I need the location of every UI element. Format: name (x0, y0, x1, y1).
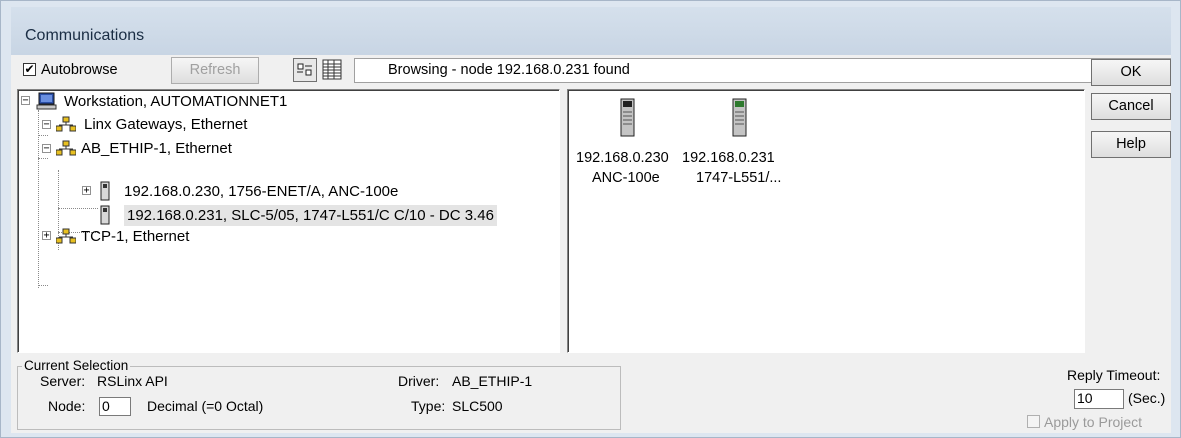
title-bar: Communications (11, 7, 1171, 55)
device-name-231: 1747-L551/... (696, 170, 782, 186)
device-view-panel[interactable]: 192.168.0.230 ANC-100e 192.168.0.231 174… (567, 89, 1085, 353)
autobrowse-label: Autobrowse (41, 62, 118, 78)
tree-item-linx-gateways[interactable]: Linx Gateways, Ethernet (56, 113, 247, 135)
current-selection-group: Current Selection Server: RSLinx API Nod… (17, 358, 621, 430)
node-format-text: Decimal (=0 Octal) (147, 398, 264, 414)
reply-timeout-input[interactable]: 10 (1074, 389, 1124, 409)
device-ip-231: 192.168.0.231 (682, 150, 775, 166)
device-name-230: ANC-100e (592, 170, 660, 186)
tree-label-ab-ethip-1: AB_ETHIP-1, Ethernet (81, 139, 232, 157)
list-view-icon (322, 59, 342, 80)
node-label: Node: (48, 398, 86, 414)
reply-timeout-unit: (Sec.) (1128, 390, 1166, 406)
workstation-collapse-toggle[interactable]: − (21, 96, 30, 106)
tree-item-node-231[interactable]: 192.168.0.231, SLC-5/05, 1747-L551/C C/1… (98, 204, 497, 226)
server-label: Server: (40, 373, 86, 389)
ethernet-network-icon (56, 116, 76, 132)
tree-connector (38, 285, 48, 286)
node230-expand-toggle[interactable]: + (82, 186, 91, 196)
tree-label-node-231: 192.168.0.231, SLC-5/05, 1747-L551/C C/1… (124, 204, 497, 226)
tree-item-node-230[interactable]: 192.168.0.230, 1756-ENET/A, ANC-100e (98, 180, 398, 202)
apply-to-project-checkbox[interactable] (1027, 415, 1040, 428)
tree-connector (38, 110, 39, 288)
large-icons-view-button[interactable] (293, 58, 317, 82)
type-value: SLC500 (452, 398, 503, 414)
tcp-expand-toggle[interactable]: + (42, 231, 51, 241)
tree-label-tcp-1: TCP-1, Ethernet (81, 227, 190, 245)
list-view-button[interactable] (320, 58, 344, 82)
server-value: RSLinx API (97, 373, 168, 389)
tree-item-tcp-1[interactable]: TCP-1, Ethernet (56, 225, 189, 247)
network-tree-panel[interactable]: − Workstation, AUTOMATIONNET1 − Linx Gat… (17, 89, 560, 353)
type-label: Type: (411, 398, 446, 414)
computer-icon (36, 92, 57, 110)
tree-label-linx-gateways: Linx Gateways, Ethernet (84, 115, 248, 133)
ok-button[interactable]: OK (1091, 59, 1171, 86)
large-icons-icon (297, 63, 312, 76)
device-module-icon (732, 98, 747, 137)
tree-connector (38, 135, 48, 136)
device-module-icon (100, 181, 110, 201)
cancel-button[interactable]: Cancel (1091, 93, 1171, 120)
device-item-230[interactable]: 192.168.0.230 ANC-100e (572, 98, 682, 186)
tree-item-workstation[interactable]: Workstation, AUTOMATIONNET1 (36, 90, 287, 112)
linx-collapse-toggle[interactable]: − (42, 120, 51, 130)
tree-item-ab-ethip-1[interactable]: AB_ETHIP-1, Ethernet (56, 137, 232, 159)
device-module-icon (620, 98, 635, 137)
abethip-collapse-toggle[interactable]: − (42, 144, 51, 154)
tree-connector (58, 208, 98, 209)
tree-label-workstation: Workstation, AUTOMATIONNET1 (64, 92, 288, 110)
ethernet-network-icon (56, 140, 76, 156)
communications-window: Communications ✔ Autobrowse Refresh Brow… (0, 0, 1181, 438)
refresh-button[interactable]: Refresh (171, 57, 259, 84)
browse-status-text: Browsing - node 192.168.0.231 found (388, 62, 630, 78)
node-input[interactable]: 0 (99, 397, 131, 416)
tree-label-node-230: 192.168.0.230, 1756-ENET/A, ANC-100e (124, 182, 399, 200)
driver-value: AB_ETHIP-1 (452, 373, 533, 389)
driver-label: Driver: (398, 373, 440, 389)
help-button[interactable]: Help (1091, 131, 1171, 158)
device-item-231[interactable]: 192.168.0.231 1747-L551/... (680, 98, 790, 186)
autobrowse-checkbox[interactable]: ✔ (23, 63, 36, 76)
dialog-client-area: ✔ Autobrowse Refresh Browsing - node 192… (11, 55, 1171, 433)
device-ip-230: 192.168.0.230 (576, 150, 669, 166)
tree-connector (38, 158, 48, 159)
window-title: Communications (25, 27, 145, 44)
apply-to-project-label: Apply to Project (1044, 414, 1143, 430)
browse-status-box: Browsing - node 192.168.0.231 found (354, 58, 1171, 83)
ethernet-network-icon (56, 228, 76, 244)
reply-timeout-label: Reply Timeout: (1067, 367, 1161, 383)
device-module-icon (100, 205, 110, 225)
current-selection-legend: Current Selection (22, 358, 131, 373)
